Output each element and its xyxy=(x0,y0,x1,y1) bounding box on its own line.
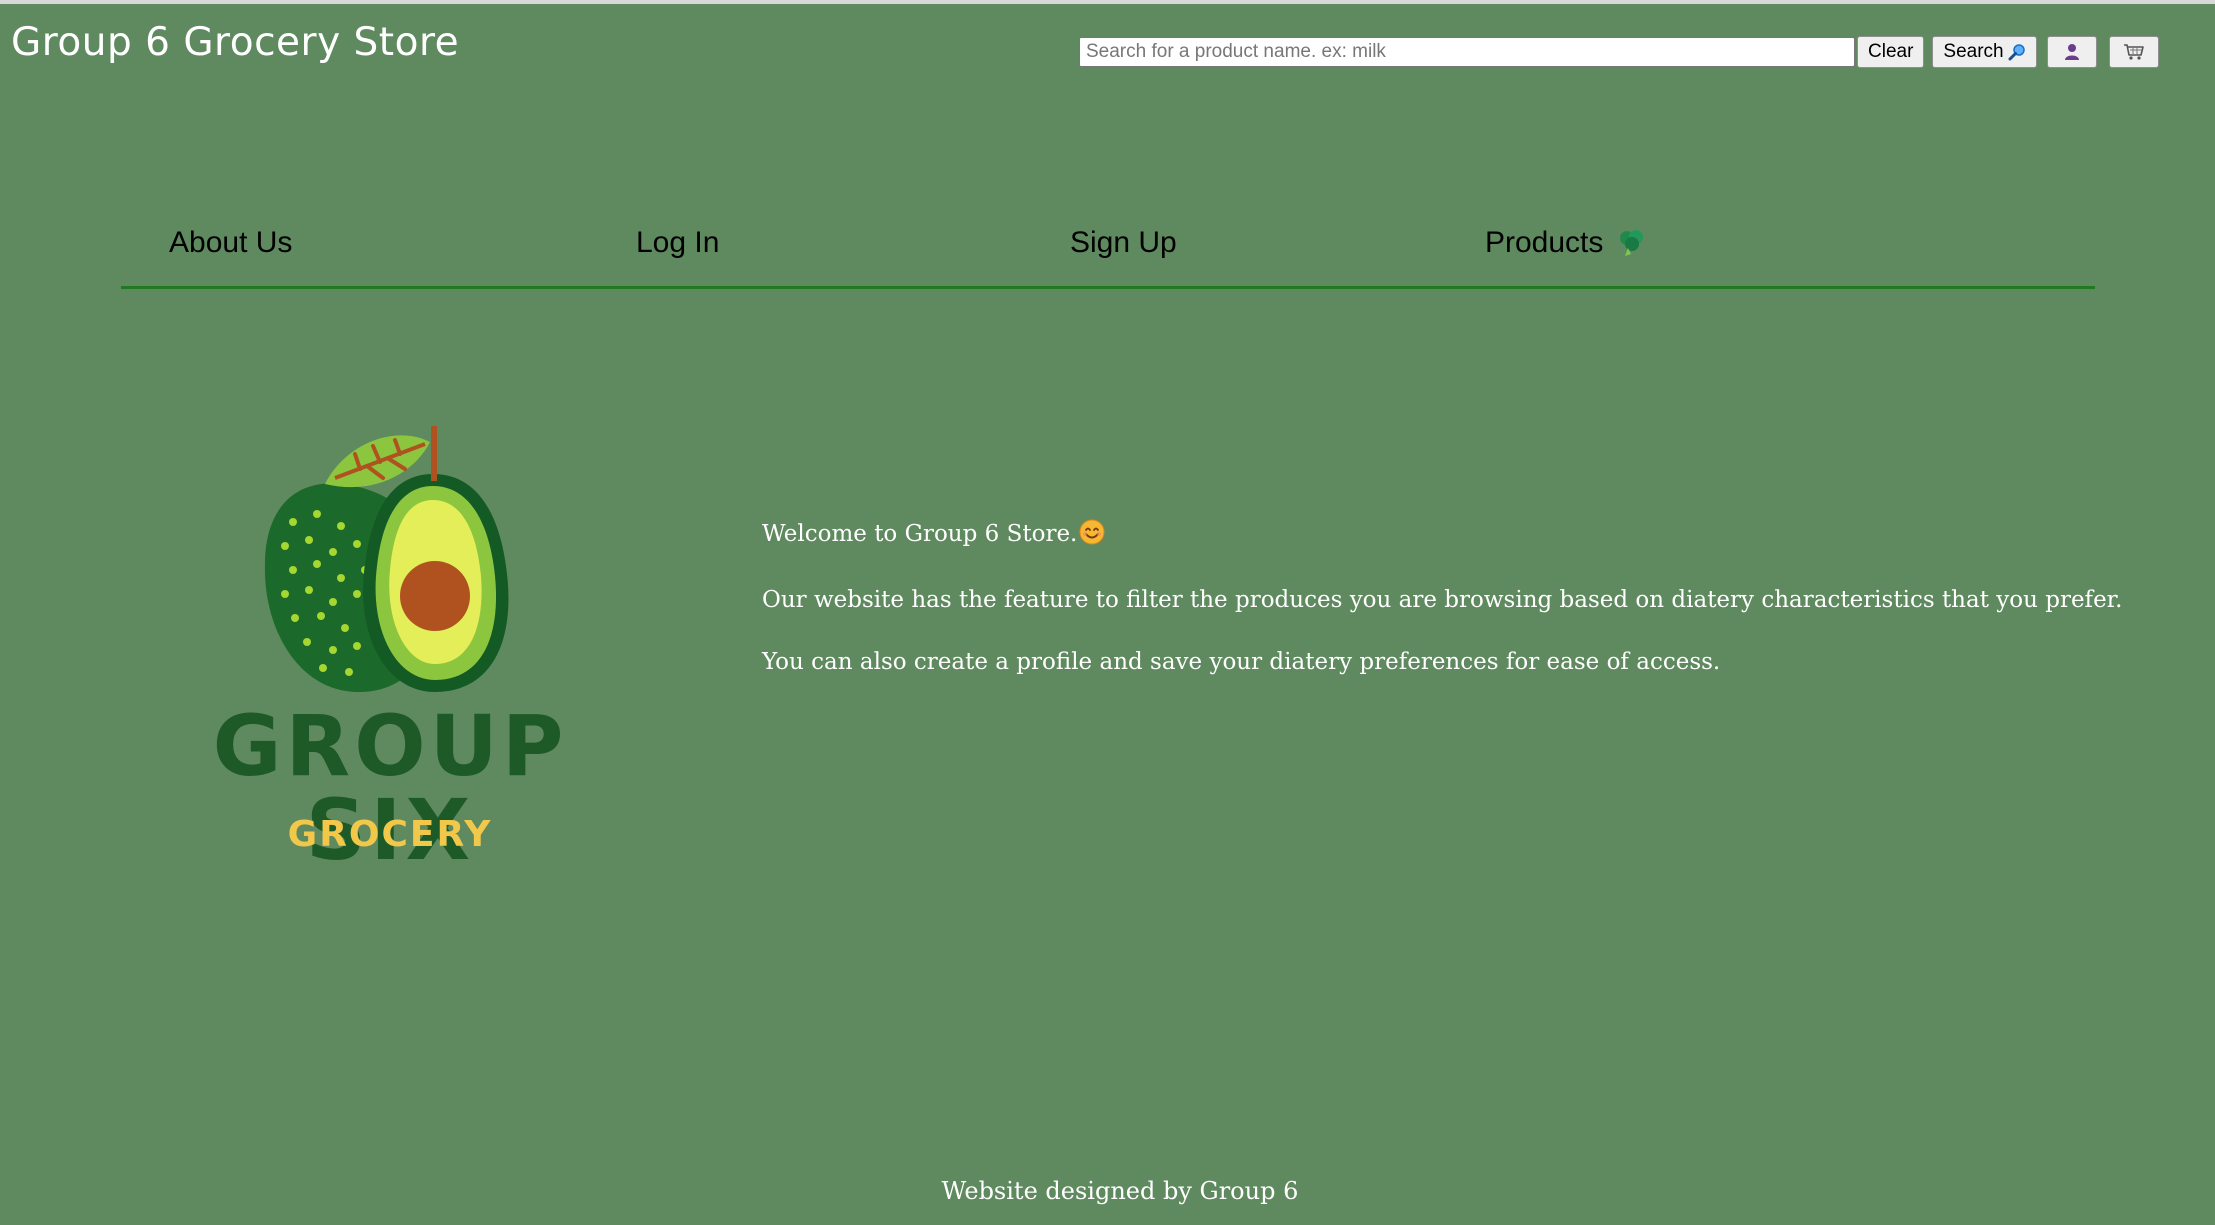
logo-subtitle: GROCERY xyxy=(287,814,493,855)
user-icon xyxy=(2063,43,2081,61)
nav-products[interactable]: Products xyxy=(1485,226,1647,260)
welcome-line: Welcome to Group 6 Store. xyxy=(762,519,2122,551)
avocado-logo-icon xyxy=(264,426,509,693)
search-input[interactable] xyxy=(1079,37,1855,67)
nav-log-in[interactable]: Log In xyxy=(636,226,719,260)
clear-button-label: Clear xyxy=(1868,41,1914,62)
broccoli-icon xyxy=(1617,228,1647,258)
search-button[interactable]: Search xyxy=(1932,36,2037,68)
user-profile-button[interactable] xyxy=(2046,36,2097,68)
welcome-text: Welcome to Group 6 Store. xyxy=(762,521,1078,547)
search-button-label: Search xyxy=(1943,41,2004,62)
cart-button[interactable] xyxy=(2108,36,2159,68)
site-title: Group 6 Grocery Store xyxy=(11,20,460,65)
feature-description: Our website has the feature to filter th… xyxy=(762,587,2123,613)
smiley-icon xyxy=(1079,519,1105,551)
profile-description: You can also create a profile and save y… xyxy=(762,649,1721,675)
footer-credit: Website designed by Group 6 xyxy=(941,1177,1299,1205)
main-nav: About Us Log In Sign Up Products xyxy=(121,204,2095,289)
group-six-logo: GROUP SIX GROCERY xyxy=(145,414,635,872)
nav-sign-up[interactable]: Sign Up xyxy=(1070,226,1177,260)
nav-about-us[interactable]: About Us xyxy=(169,226,292,260)
welcome-content: Welcome to Group 6 Store. Our website ha… xyxy=(762,519,2122,711)
cart-icon xyxy=(2123,43,2145,61)
search-bar: Clear Search xyxy=(1079,36,2159,68)
magnifier-icon xyxy=(2008,43,2026,61)
nav-products-label: Products xyxy=(1485,226,1604,259)
clear-button[interactable]: Clear xyxy=(1857,36,1925,68)
